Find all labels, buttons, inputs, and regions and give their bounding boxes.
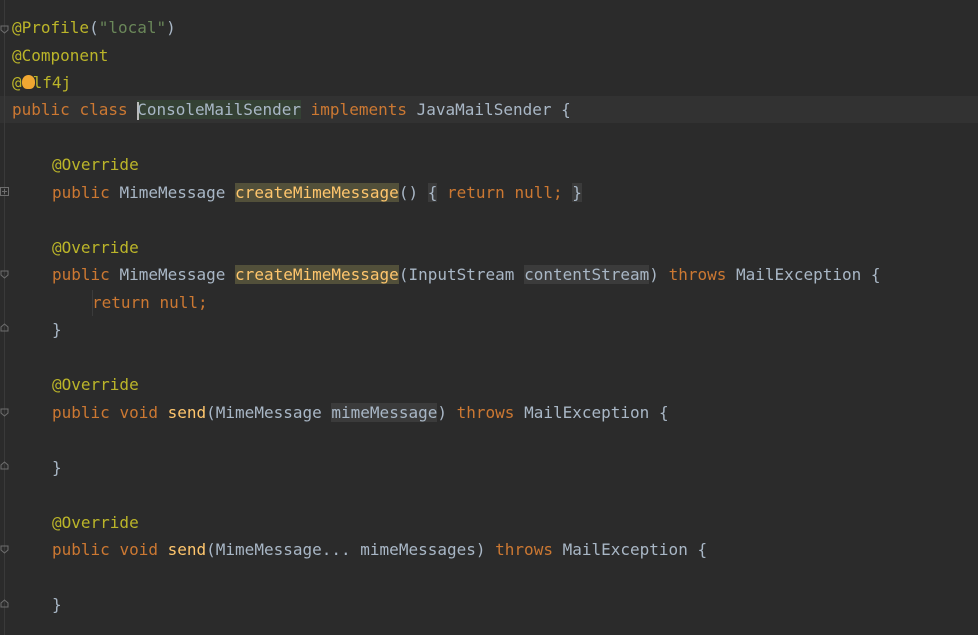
code-line-10[interactable]: public MimeMessage createMimeMessage(Inp…	[52, 261, 881, 288]
lightbulb-icon[interactable]	[22, 75, 35, 89]
param-type: InputStream	[408, 265, 515, 284]
annotation: @Override	[52, 238, 139, 257]
method-name: send	[167, 540, 207, 559]
folded-block-open[interactable]: {	[427, 183, 438, 202]
code-line-4[interactable]: public class ConsoleMailSender implement…	[12, 96, 571, 123]
code-line-7[interactable]: public MimeMessage createMimeMessage() {…	[52, 179, 582, 206]
keyword: void	[119, 540, 158, 559]
paren: )	[166, 18, 176, 37]
code-line-11[interactable]: return null;	[92, 289, 208, 316]
param-type: MimeMessage...	[215, 540, 351, 559]
paren: (	[206, 403, 216, 422]
param-name: contentStream	[524, 265, 650, 284]
keyword: public	[52, 183, 110, 202]
keyword: return	[447, 183, 505, 202]
annotation: @Override	[52, 375, 139, 394]
fold-marker-icon[interactable]	[0, 187, 9, 196]
null-literal: null;	[159, 293, 208, 312]
annotation: @Override	[52, 513, 139, 532]
fold-marker-icon[interactable]	[0, 25, 9, 34]
code-line-2[interactable]: @Component	[12, 42, 108, 69]
code-line-19[interactable]: @Override	[52, 509, 139, 536]
keyword: implements	[310, 100, 407, 119]
paren: (	[398, 265, 409, 284]
keyword: public	[12, 100, 70, 119]
code-line-20[interactable]: public void send(MimeMessage... mimeMess…	[52, 536, 707, 563]
param-name: mimeMessages	[360, 540, 476, 559]
code-editor[interactable]: @Profile("local") @Component @ lf4j publi…	[0, 0, 978, 635]
annotation: @Profile	[12, 18, 90, 37]
fold-marker-icon[interactable]	[0, 545, 9, 554]
method-name: createMimeMessage	[235, 183, 399, 202]
code-line-14[interactable]: @Override	[52, 371, 139, 398]
class-name: ConsoleMailSender	[137, 100, 302, 120]
param-type: MimeMessage	[215, 403, 322, 422]
annotation-rest: lf4j	[32, 73, 72, 92]
method-name: send	[167, 403, 207, 422]
exception-type: MailException	[524, 403, 650, 422]
exception-type: MailException	[562, 540, 688, 559]
annotation: @Component	[12, 46, 109, 65]
annotation-start: @	[12, 73, 22, 92]
parens: ()	[398, 183, 419, 202]
keyword: class	[79, 100, 128, 119]
brace: {	[697, 540, 708, 559]
fold-marker-icon[interactable]	[0, 599, 9, 608]
brace: }	[52, 595, 62, 614]
param-name: mimeMessage	[331, 403, 438, 422]
brace: {	[561, 100, 571, 119]
return-type: MimeMessage	[119, 265, 226, 284]
paren: (	[206, 540, 216, 559]
return-type: MimeMessage	[119, 183, 226, 202]
keyword: throws	[668, 265, 727, 284]
paren: )	[649, 265, 659, 284]
keyword: throws	[456, 403, 515, 422]
keyword: public	[52, 265, 110, 284]
code-line-1[interactable]: @Profile("local")	[12, 14, 176, 41]
code-line-12[interactable]: }	[52, 316, 62, 343]
brace: }	[52, 320, 62, 339]
paren: )	[475, 540, 486, 559]
method-name: createMimeMessage	[235, 265, 399, 284]
fold-marker-icon[interactable]	[0, 461, 9, 470]
fold-marker-icon[interactable]	[0, 408, 9, 417]
exception-type: MailException	[736, 265, 862, 284]
code-line-22[interactable]: }	[52, 591, 62, 618]
keyword: throws	[495, 540, 553, 559]
code-line-17[interactable]: }	[52, 454, 62, 481]
keyword: void	[119, 403, 158, 422]
code-line-15[interactable]: public void send(MimeMessage mimeMessage…	[52, 399, 669, 426]
keyword: public	[52, 403, 110, 422]
keyword: public	[52, 540, 110, 559]
string-literal: "local"	[98, 18, 167, 37]
brace: }	[52, 458, 62, 477]
fold-marker-icon[interactable]	[0, 323, 9, 332]
brace: {	[870, 265, 881, 284]
paren: (	[89, 18, 99, 37]
brace: {	[658, 403, 669, 422]
code-line-9[interactable]: @Override	[52, 234, 139, 261]
keyword: return	[92, 293, 150, 312]
code-line-6[interactable]: @Override	[52, 151, 139, 178]
interface-name: JavaMailSender	[416, 100, 552, 119]
gutter-border	[4, 0, 5, 635]
annotation: @Override	[52, 155, 139, 174]
code-line-3[interactable]: @ lf4j	[12, 69, 71, 96]
null-literal: null;	[514, 183, 563, 202]
fold-marker-icon[interactable]	[0, 270, 9, 279]
folded-block-close[interactable]: }	[572, 183, 582, 202]
paren: )	[437, 403, 447, 422]
